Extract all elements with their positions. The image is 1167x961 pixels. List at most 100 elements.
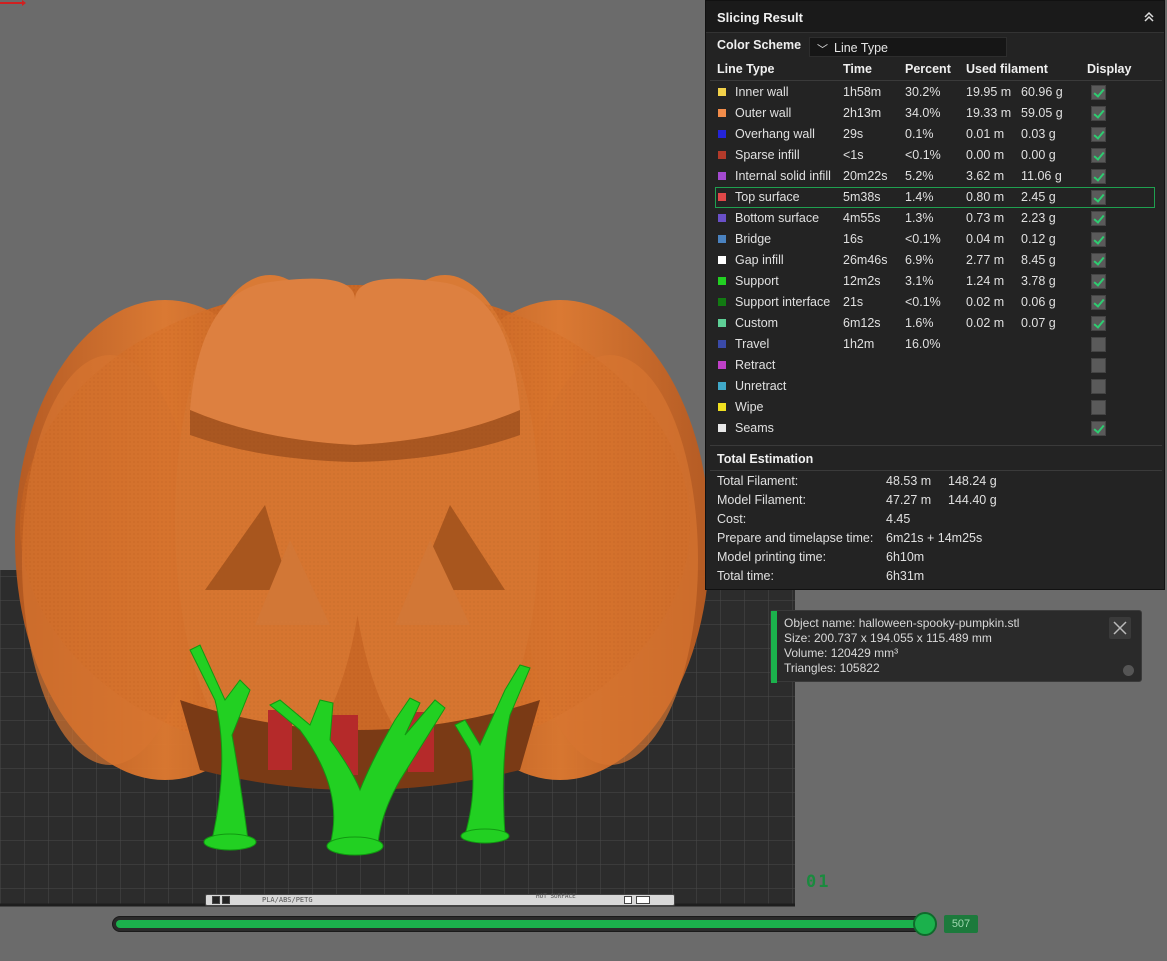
line-type-row[interactable]: Bottom surface 4m55s 1.3% 0.73 m 2.23 g <box>706 208 1164 229</box>
color-swatch <box>718 130 726 138</box>
color-swatch <box>718 382 726 390</box>
plate-mark-icon <box>624 896 632 904</box>
line-type-row[interactable]: Custom 6m12s 1.6% 0.02 m 0.07 g <box>706 313 1164 334</box>
layer-slider-handle[interactable] <box>913 912 937 936</box>
line-type-name: Outer wall <box>735 106 792 120</box>
color-scheme-dropdown[interactable]: ﹀ Line Type <box>809 37 1007 57</box>
line-type-time: 16s <box>843 232 864 246</box>
estimation-key: Model Filament: <box>717 493 806 507</box>
line-type-weight: 11.06 g <box>1021 169 1062 183</box>
col-percent: Percent <box>905 62 951 76</box>
line-type-time: 2h13m <box>843 106 882 120</box>
display-checkbox[interactable] <box>1091 106 1106 121</box>
line-type-time: 12m2s <box>843 274 881 288</box>
layer-value-label: 507 <box>944 915 978 933</box>
color-swatch <box>718 361 726 369</box>
line-type-name: Sparse infill <box>735 148 800 162</box>
line-type-row[interactable]: Retract <box>706 355 1164 376</box>
display-checkbox[interactable] <box>1091 316 1106 331</box>
display-checkbox[interactable] <box>1091 190 1106 205</box>
color-scheme-label: Color Scheme <box>717 38 802 52</box>
line-type-length: 2.77 m <box>966 253 1005 267</box>
object-triangles: Triangles: 105822 <box>784 661 880 675</box>
line-type-row[interactable]: Travel 1h2m 16.0% <box>706 334 1164 355</box>
display-checkbox[interactable] <box>1091 274 1106 289</box>
display-checkbox[interactable] <box>1091 421 1106 436</box>
line-type-length: 0.04 m <box>966 232 1005 246</box>
slicing-result-panel: Slicing Result Color Scheme ﹀ Line Type … <box>705 0 1165 590</box>
col-display: Display <box>1087 62 1132 76</box>
estimation-key: Model printing time: <box>717 550 827 564</box>
color-swatch <box>718 151 726 159</box>
estimation-row: Model printing time: 6h10m <box>706 548 1164 567</box>
minimize-icon[interactable] <box>1123 665 1134 676</box>
color-swatch <box>718 403 726 411</box>
display-checkbox[interactable] <box>1091 211 1106 226</box>
line-type-time: 6m12s <box>843 316 881 330</box>
line-type-percent: 0.1% <box>905 127 934 141</box>
line-type-weight: 0.00 g <box>1021 148 1056 162</box>
line-type-percent: 1.4% <box>905 190 934 204</box>
display-checkbox[interactable] <box>1091 358 1106 373</box>
color-swatch <box>718 256 726 264</box>
line-type-length: 0.73 m <box>966 211 1005 225</box>
line-type-row[interactable]: Support 12m2s 3.1% 1.24 m 3.78 g <box>706 271 1164 292</box>
display-checkbox[interactable] <box>1091 85 1106 100</box>
collapse-icon[interactable] <box>1142 10 1156 24</box>
display-checkbox[interactable] <box>1091 232 1106 247</box>
estimation-key: Total time: <box>717 569 774 583</box>
line-type-row[interactable]: Wipe <box>706 397 1164 418</box>
display-checkbox[interactable] <box>1091 169 1106 184</box>
line-type-weight: 0.07 g <box>1021 316 1056 330</box>
estimation-row: Model Filament: 47.27 m 144.40 g <box>706 491 1164 510</box>
line-type-weight: 60.96 g <box>1021 85 1063 99</box>
line-type-percent: 1.6% <box>905 316 934 330</box>
line-type-row[interactable]: Bridge 16s <0.1% 0.04 m 0.12 g <box>706 229 1164 250</box>
layer-slider[interactable] <box>112 916 932 932</box>
line-type-percent: 30.2% <box>905 85 941 99</box>
col-time: Time <box>843 62 872 76</box>
line-type-percent: 16.0% <box>905 337 941 351</box>
estimation-value: 6h31m <box>886 569 925 583</box>
line-type-weight: 2.45 g <box>1021 190 1056 204</box>
display-checkbox[interactable] <box>1091 253 1106 268</box>
line-type-name: Support interface <box>735 295 831 309</box>
line-type-length: 0.00 m <box>966 148 1005 162</box>
line-type-row[interactable]: Outer wall 2h13m 34.0% 19.33 m 59.05 g <box>706 103 1164 124</box>
line-type-name: Gap infill <box>735 253 784 267</box>
line-type-name: Bottom surface <box>735 211 820 225</box>
line-type-length: 0.02 m <box>966 295 1005 309</box>
line-type-weight: 0.03 g <box>1021 127 1056 141</box>
line-type-row[interactable]: Unretract <box>706 376 1164 397</box>
plate-label-strip: PLA/ABS/PETG HOT SURFACE <box>205 894 675 906</box>
color-swatch <box>718 277 726 285</box>
line-type-row[interactable]: Seams <box>706 418 1164 439</box>
display-checkbox[interactable] <box>1091 400 1106 415</box>
line-type-row[interactable]: Support interface 21s <0.1% 0.02 m 0.06 g <box>706 292 1164 313</box>
line-type-row[interactable]: Overhang wall 29s 0.1% 0.01 m 0.03 g <box>706 124 1164 145</box>
line-type-row[interactable]: Top surface 5m38s 1.4% 0.80 m 2.45 g <box>715 187 1155 208</box>
plate-warning-text: HOT SURFACE <box>536 893 576 900</box>
close-button[interactable] <box>1109 617 1131 639</box>
estimation-row: Total Filament: 48.53 m 148.24 g <box>706 472 1164 491</box>
line-type-row[interactable]: Sparse infill <1s <0.1% 0.00 m 0.00 g <box>706 145 1164 166</box>
object-volume: Volume: 120429 mm³ <box>784 646 899 660</box>
line-type-row[interactable]: Inner wall 1h58m 30.2% 19.95 m 60.96 g <box>706 82 1164 103</box>
line-type-weight: 2.23 g <box>1021 211 1056 225</box>
layer-slider-fill <box>116 920 924 928</box>
display-checkbox[interactable] <box>1091 337 1106 352</box>
color-swatch <box>718 88 726 96</box>
line-type-row[interactable]: Gap infill 26m46s 6.9% 2.77 m 8.45 g <box>706 250 1164 271</box>
display-checkbox[interactable] <box>1091 295 1106 310</box>
line-type-row[interactable]: Internal solid infill 20m22s 5.2% 3.62 m 11.… <box>706 166 1164 187</box>
popup-accent-bar <box>771 611 777 683</box>
close-icon <box>1113 621 1127 635</box>
display-checkbox[interactable] <box>1091 127 1106 142</box>
display-checkbox[interactable] <box>1091 148 1106 163</box>
estimation-row: Cost: 4.45 <box>706 510 1164 529</box>
display-checkbox[interactable] <box>1091 379 1106 394</box>
line-type-name: Retract <box>735 358 776 372</box>
color-swatch <box>718 193 726 201</box>
color-scheme-value: Line Type <box>834 41 888 55</box>
line-type-time: 1h2m <box>843 337 875 351</box>
